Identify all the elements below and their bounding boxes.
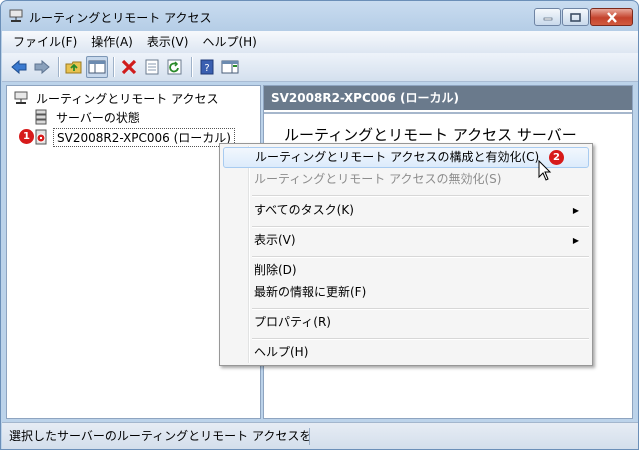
help-icon: ? bbox=[200, 59, 214, 75]
close-icon bbox=[606, 11, 617, 23]
ctx-disable: ルーティングとリモート アクセスの無効化(S) bbox=[223, 169, 589, 190]
mouse-cursor-icon bbox=[538, 160, 552, 181]
menu-bar: ファイル(F) 操作(A) 表示(V) ヘルプ(H) bbox=[2, 31, 638, 53]
tree-item-server[interactable]: SV2008R2-XPC006 (ローカル) bbox=[33, 127, 235, 147]
toolbar-separator bbox=[113, 57, 114, 77]
delete-icon bbox=[121, 59, 137, 75]
ctx-delete[interactable]: 削除(D) bbox=[223, 260, 589, 281]
up-one-level-button[interactable] bbox=[63, 56, 85, 78]
window-title: ルーティングとリモート アクセス bbox=[29, 11, 212, 25]
ctx-all-tasks[interactable]: すべてのタスク(K) ▶ bbox=[223, 200, 589, 221]
ctx-properties[interactable]: プロパティ(R) bbox=[223, 312, 589, 333]
minimize-icon bbox=[543, 17, 552, 21]
ctx-item-label: プロパティ(R) bbox=[254, 315, 331, 329]
submenu-arrow-icon: ▶ bbox=[572, 206, 579, 215]
tree-item-rras-root[interactable]: ルーティングとリモート アクセス bbox=[13, 89, 222, 107]
delete-button[interactable] bbox=[118, 56, 140, 78]
title-bar[interactable]: ルーティングとリモート アクセス bbox=[1, 1, 638, 31]
show-hide-console-tree-button[interactable] bbox=[86, 56, 108, 78]
ctx-item-label: ルーティングとリモート アクセスの構成と有効化(C) bbox=[255, 150, 540, 164]
help-button[interactable]: ? bbox=[196, 56, 218, 78]
svg-text:?: ? bbox=[204, 63, 209, 74]
back-arrow-icon bbox=[11, 59, 27, 75]
close-button[interactable] bbox=[590, 8, 633, 26]
tree-item-label: SV2008R2-XPC006 (ローカル) bbox=[53, 127, 235, 147]
menu-action[interactable]: 操作(A) bbox=[84, 32, 140, 52]
forward-arrow-icon bbox=[34, 59, 50, 75]
server-icon bbox=[35, 129, 47, 145]
ctx-item-label: 削除(D) bbox=[254, 263, 297, 277]
properties-icon bbox=[145, 59, 159, 75]
submenu-arrow-icon: ▶ bbox=[572, 236, 579, 245]
toolbar-separator bbox=[191, 57, 192, 77]
ctx-help[interactable]: ヘルプ(H) bbox=[223, 342, 589, 363]
ctx-item-label: ルーティングとリモート アクセスの無効化(S) bbox=[254, 172, 502, 186]
refresh-button[interactable] bbox=[164, 56, 186, 78]
ctx-refresh[interactable]: 最新の情報に更新(F) bbox=[223, 282, 589, 303]
context-menu-separator bbox=[252, 195, 589, 196]
context-menu-separator bbox=[252, 226, 589, 227]
result-pane-header: SV2008R2-XPC006 (ローカル) bbox=[264, 86, 632, 110]
tree-item-server-status[interactable]: サーバーの状態 bbox=[33, 108, 143, 126]
ctx-item-label: 表示(V) bbox=[254, 233, 296, 247]
toolbar: ? bbox=[2, 53, 638, 82]
refresh-icon bbox=[167, 59, 182, 75]
context-menu: ルーティングとリモート アクセスの構成と有効化(C) ルーティングとリモート ア… bbox=[219, 143, 593, 366]
minimize-button[interactable] bbox=[534, 8, 561, 26]
properties-button[interactable] bbox=[141, 56, 163, 78]
menu-file[interactable]: ファイル(F) bbox=[6, 32, 84, 52]
show-hide-action-pane-button[interactable] bbox=[219, 56, 241, 78]
status-text: 選択したサーバーのルーティングとリモート アクセスを構成して有効にします。 bbox=[9, 428, 310, 445]
maximize-icon bbox=[570, 12, 581, 22]
tree-item-label: ルーティングとリモート アクセス bbox=[36, 91, 219, 106]
tree-item-label: サーバーの状態 bbox=[56, 110, 140, 125]
menu-view[interactable]: 表示(V) bbox=[140, 32, 196, 52]
context-menu-separator bbox=[252, 256, 589, 257]
context-menu-separator bbox=[252, 338, 589, 339]
context-menu-separator bbox=[252, 308, 589, 309]
ctx-view[interactable]: 表示(V) ▶ bbox=[223, 230, 589, 251]
show-hide-tree-icon bbox=[88, 60, 106, 74]
ctx-item-label: すべてのタスク(K) bbox=[254, 203, 354, 217]
toolbar-separator bbox=[58, 57, 59, 77]
menu-help[interactable]: ヘルプ(H) bbox=[195, 32, 263, 52]
ctx-item-label: 最新の情報に更新(F) bbox=[254, 285, 367, 299]
rras-app-icon bbox=[9, 9, 23, 22]
step-badge-1: 1 bbox=[19, 129, 34, 144]
up-folder-icon bbox=[65, 61, 82, 74]
forward-button[interactable] bbox=[31, 56, 53, 78]
back-button[interactable] bbox=[8, 56, 30, 78]
server-status-icon bbox=[35, 109, 47, 125]
status-bar: 選択したサーバーのルーティングとリモート アクセスを構成して有効にします。 bbox=[2, 422, 638, 449]
ctx-configure-enable[interactable]: ルーティングとリモート アクセスの構成と有効化(C) bbox=[223, 147, 589, 168]
maximize-button[interactable] bbox=[562, 8, 589, 26]
ctx-item-label: ヘルプ(H) bbox=[254, 345, 309, 359]
rras-root-icon bbox=[14, 91, 28, 104]
action-pane-icon bbox=[221, 60, 239, 74]
